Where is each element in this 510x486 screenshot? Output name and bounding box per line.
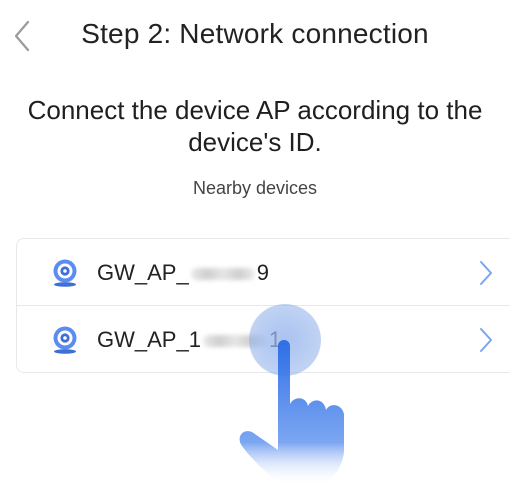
camera-icon xyxy=(53,259,77,287)
device-name-prefix: GW_AP_ xyxy=(97,260,189,285)
instruction-text: Connect the device AP according to the d… xyxy=(27,95,483,157)
camera-icon xyxy=(53,326,77,354)
redacted-id-mask xyxy=(202,335,267,348)
chevron-right-icon xyxy=(480,328,492,352)
device-list: GW_AP_ 9 GW_AP_1 1 xyxy=(16,238,510,373)
device-name-prefix: GW_AP_1 xyxy=(97,327,201,352)
nearby-devices-label: Nearby devices xyxy=(192,178,318,198)
device-name: GW_AP_ 9 xyxy=(97,260,269,286)
device-name-suffix: 1 xyxy=(268,327,282,352)
device-item[interactable]: GW_AP_1 1 xyxy=(17,305,510,372)
page-title: Step 2: Network connection xyxy=(81,18,429,49)
device-item[interactable]: GW_AP_ 9 xyxy=(17,239,510,305)
chevron-right-icon xyxy=(480,261,492,285)
device-name: GW_AP_1 1 xyxy=(97,327,281,353)
redacted-id-mask xyxy=(190,268,255,281)
device-name-suffix: 9 xyxy=(256,260,269,285)
header: Step 2: Network connection xyxy=(0,0,510,72)
